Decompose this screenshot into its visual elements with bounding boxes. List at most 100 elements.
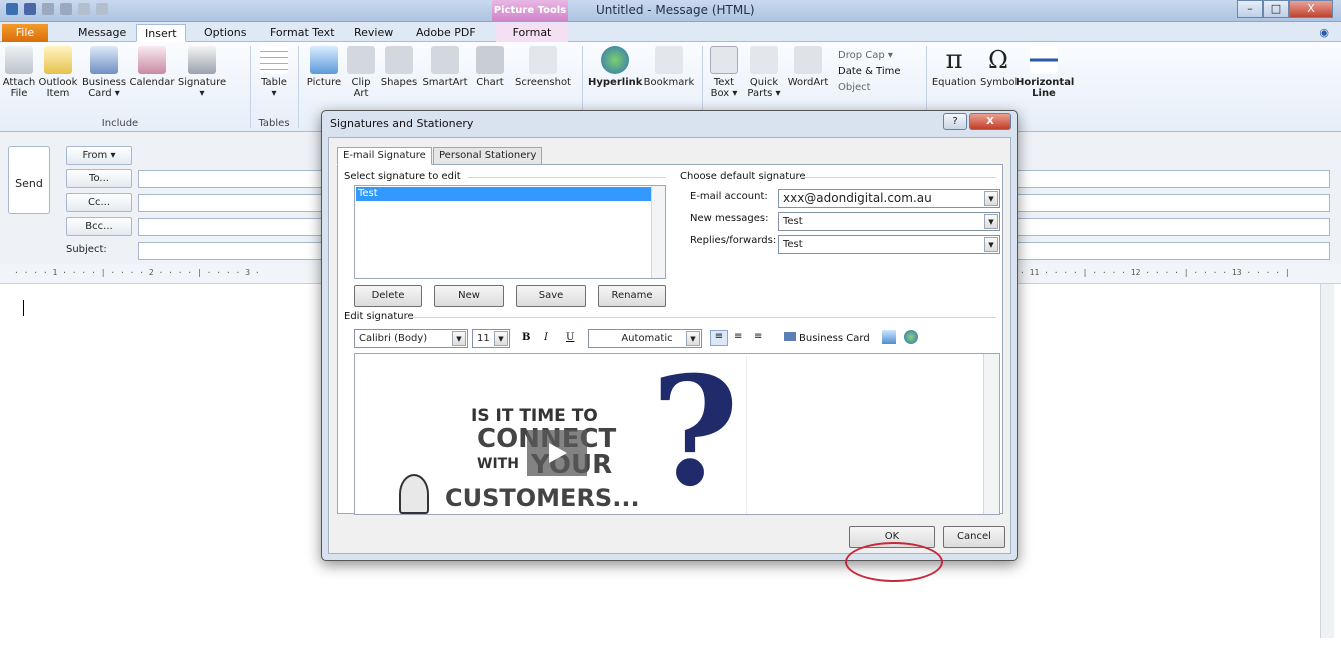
chevron-down-icon: ▼: [494, 331, 508, 346]
bcc-button[interactable]: Bcc...: [66, 217, 132, 236]
signature-editor[interactable]: ? IS IT TIME TO CONNECT WITH YOUR CUSTOM…: [354, 353, 1000, 515]
italic-button[interactable]: I: [544, 332, 548, 343]
cancel-button[interactable]: Cancel: [943, 526, 1005, 548]
align-right-icon[interactable]: ≡: [754, 331, 762, 342]
maximize-button[interactable]: □: [1263, 0, 1289, 18]
to-button[interactable]: To...: [66, 169, 132, 188]
smartart-icon: [431, 46, 459, 74]
clip-art-button[interactable]: Clip Art: [344, 46, 378, 99]
insert-picture-icon[interactable]: [882, 330, 896, 344]
dialog-help-button[interactable]: ?: [943, 113, 967, 130]
tab-message[interactable]: Message: [70, 24, 134, 42]
date-time-button[interactable]: Date & Time: [838, 66, 901, 77]
new-messages-select[interactable]: Test ▼: [778, 212, 1000, 231]
up-arrow-icon[interactable]: [78, 3, 90, 15]
business-card-button[interactable]: Business Card ▾: [80, 46, 128, 99]
picture-button[interactable]: Picture: [304, 46, 344, 88]
screenshot-button[interactable]: Screenshot: [510, 46, 576, 88]
tab-personal-stationery[interactable]: Personal Stationery: [433, 147, 543, 165]
text-box-button[interactable]: Text Box ▾: [706, 46, 742, 99]
picture-tools-context-tab: Picture Tools: [492, 0, 568, 22]
signature-panel: Select signature to edit Test Delete New…: [337, 164, 1003, 515]
default-signature-label: Choose default signature: [680, 171, 806, 182]
wordart-button[interactable]: WordArt: [786, 46, 830, 88]
symbol-button[interactable]: Ω Symbol: [980, 46, 1017, 88]
help-icon[interactable]: ◉: [1311, 24, 1337, 42]
horizontal-line-button[interactable]: Horizontal Line: [1016, 46, 1074, 99]
save-icon[interactable]: [24, 3, 36, 15]
horizontal-line-icon: [1030, 46, 1058, 74]
rename-button[interactable]: Rename: [598, 285, 666, 307]
redo-icon[interactable]: [60, 3, 72, 15]
signature-banner-image: ? IS IT TIME TO CONNECT WITH YOUR CUSTOM…: [359, 356, 747, 514]
table-button[interactable]: Table ▾: [256, 46, 292, 99]
from-button[interactable]: From ▾: [66, 146, 132, 165]
window-titlebar: Picture Tools Untitled - Message (HTML) …: [0, 0, 1341, 22]
business-card-icon: [90, 46, 118, 74]
document-scrollbar[interactable]: [1320, 284, 1334, 638]
tab-review[interactable]: Review: [346, 24, 401, 42]
calendar-icon: [138, 46, 166, 74]
business-card-insert-button[interactable]: Business Card: [784, 332, 870, 344]
replies-forwards-label: Replies/forwards:: [690, 235, 777, 246]
equation-button[interactable]: π Equation: [930, 46, 978, 88]
attach-file-button[interactable]: Attach File: [2, 46, 36, 99]
align-left-icon[interactable]: ≡: [710, 330, 728, 346]
chart-button[interactable]: Chart: [470, 46, 510, 88]
down-arrow-icon[interactable]: [96, 3, 108, 15]
send-button[interactable]: Send: [8, 146, 50, 214]
ribbon-tabs: File Message Insert Options Format Text …: [0, 22, 1341, 42]
signature-list[interactable]: Test: [354, 185, 666, 279]
font-size-select[interactable]: 11 ▼: [472, 329, 510, 348]
outlook-item-button[interactable]: Outlook Item: [38, 46, 78, 99]
quick-parts-button[interactable]: Quick Parts ▾: [744, 46, 784, 99]
replies-forwards-select[interactable]: Test ▼: [778, 235, 1000, 254]
signature-button[interactable]: Signature ▾: [176, 46, 228, 99]
font-color-select[interactable]: Automatic ▼: [588, 329, 702, 348]
hyperlink-button[interactable]: Hyperlink: [588, 46, 642, 88]
text-caret: [23, 300, 24, 316]
object-button[interactable]: Object: [838, 82, 871, 93]
editor-scrollbar[interactable]: [983, 354, 999, 514]
save-button[interactable]: Save: [516, 285, 586, 307]
omega-icon: Ω: [988, 46, 1008, 74]
underline-button[interactable]: U: [566, 332, 574, 343]
font-select[interactable]: Calibri (Body) ▼: [354, 329, 468, 348]
banner-line-3: WITH: [477, 456, 519, 472]
tab-email-signature[interactable]: E-mail Signature: [337, 147, 432, 165]
table-icon: [260, 46, 288, 74]
signature-pen-icon: [188, 46, 216, 74]
align-center-icon[interactable]: ≡: [734, 331, 742, 342]
signature-item-test[interactable]: Test: [356, 187, 651, 201]
bookmark-icon: [655, 46, 683, 74]
subject-label: Subject:: [66, 244, 107, 255]
play-icon[interactable]: [527, 430, 587, 476]
new-messages-label: New messages:: [690, 213, 769, 224]
signature-list-scrollbar[interactable]: [651, 186, 665, 278]
bookmark-button[interactable]: Bookmark: [642, 46, 696, 88]
minimize-button[interactable]: –: [1237, 0, 1263, 18]
outlook-app-icon: [6, 3, 18, 15]
tab-adobe-pdf[interactable]: Adobe PDF: [408, 24, 484, 42]
cc-button[interactable]: Cc...: [66, 193, 132, 212]
signatures-dialog: Signatures and Stationery ? X E-mail Sig…: [321, 110, 1018, 582]
delete-button[interactable]: Delete: [354, 285, 422, 307]
close-window-button[interactable]: X: [1289, 0, 1333, 18]
dialog-close-button[interactable]: X: [969, 113, 1011, 130]
picture-icon: [310, 46, 338, 74]
tab-options[interactable]: Options: [196, 24, 254, 42]
pi-icon: π: [945, 45, 963, 75]
shapes-button[interactable]: Shapes: [378, 46, 420, 88]
email-account-select[interactable]: xxx@adondigital.com.au ▼: [778, 189, 1000, 208]
tab-insert[interactable]: Insert: [136, 24, 186, 42]
undo-icon[interactable]: [42, 3, 54, 15]
drop-cap-button[interactable]: Drop Cap ▾: [838, 50, 893, 61]
tab-file[interactable]: File: [2, 24, 48, 42]
smartart-button[interactable]: SmartArt: [420, 46, 470, 88]
tab-format-text[interactable]: Format Text: [262, 24, 343, 42]
calendar-button[interactable]: Calendar: [128, 46, 176, 88]
bold-button[interactable]: B: [522, 332, 530, 343]
new-button[interactable]: New: [434, 285, 504, 307]
insert-hyperlink-icon[interactable]: [904, 330, 918, 344]
tab-format[interactable]: Format: [496, 24, 568, 42]
